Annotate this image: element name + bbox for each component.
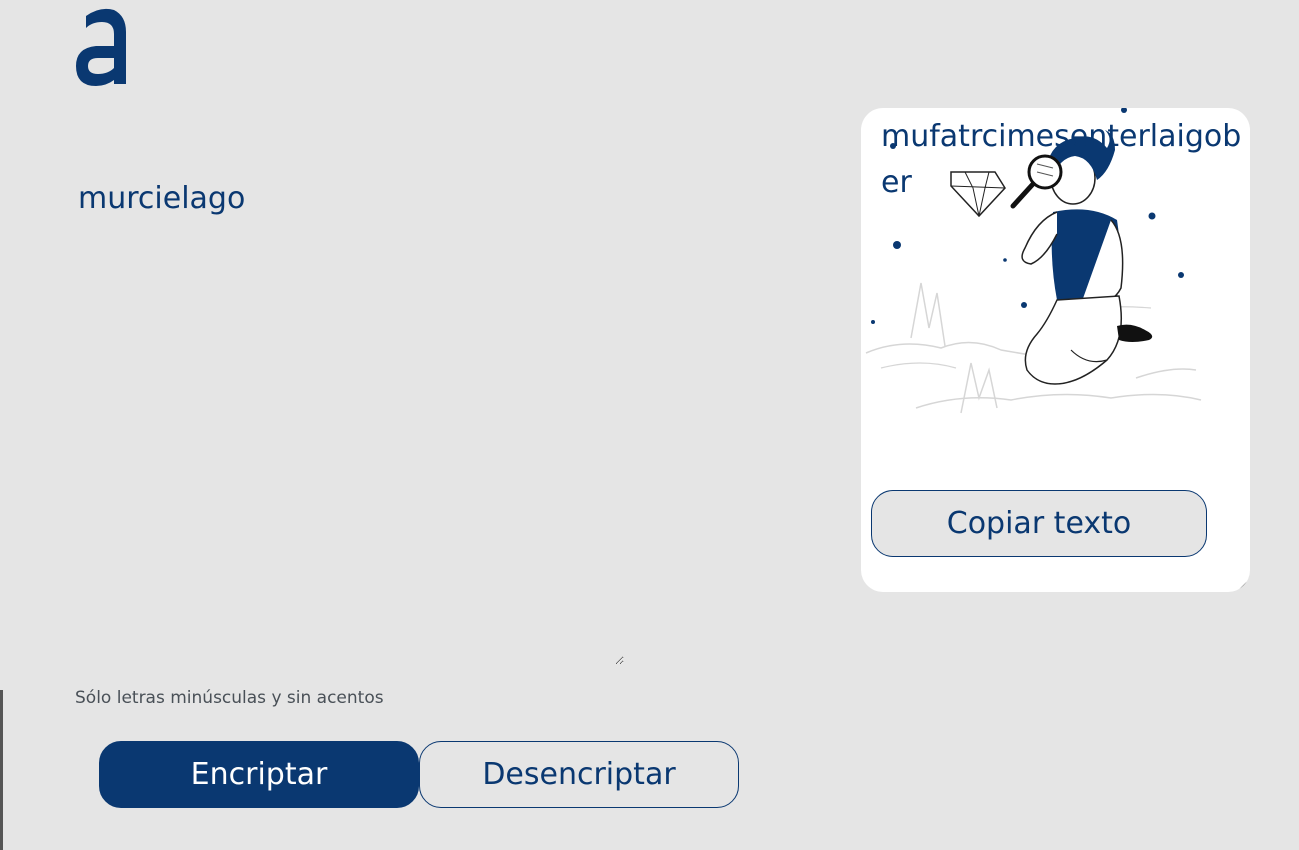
resize-grip-icon[interactable]	[1238, 580, 1248, 590]
output-panel: mufatrcimesenterlaigober Copiar texto	[861, 108, 1250, 592]
decrypt-button[interactable]: Desencriptar	[419, 741, 739, 808]
copy-button[interactable]: Copiar texto	[871, 490, 1207, 557]
encrypt-button[interactable]: Encriptar	[99, 741, 419, 808]
alura-logo-icon[interactable]	[72, 6, 128, 88]
decrypt-button-label: Desencriptar	[482, 757, 676, 792]
input-hint: Sólo letras minúsculas y sin acentos	[75, 688, 384, 708]
window-edge	[0, 690, 3, 850]
copy-button-label: Copiar texto	[946, 506, 1132, 541]
encrypt-button-label: Encriptar	[190, 757, 328, 792]
hint-text: Sólo letras minúsculas y sin acentos	[75, 688, 384, 708]
output-text[interactable]: mufatrcimesenterlaigober	[881, 114, 1243, 206]
input-textarea[interactable]: murcielago	[72, 175, 624, 665]
